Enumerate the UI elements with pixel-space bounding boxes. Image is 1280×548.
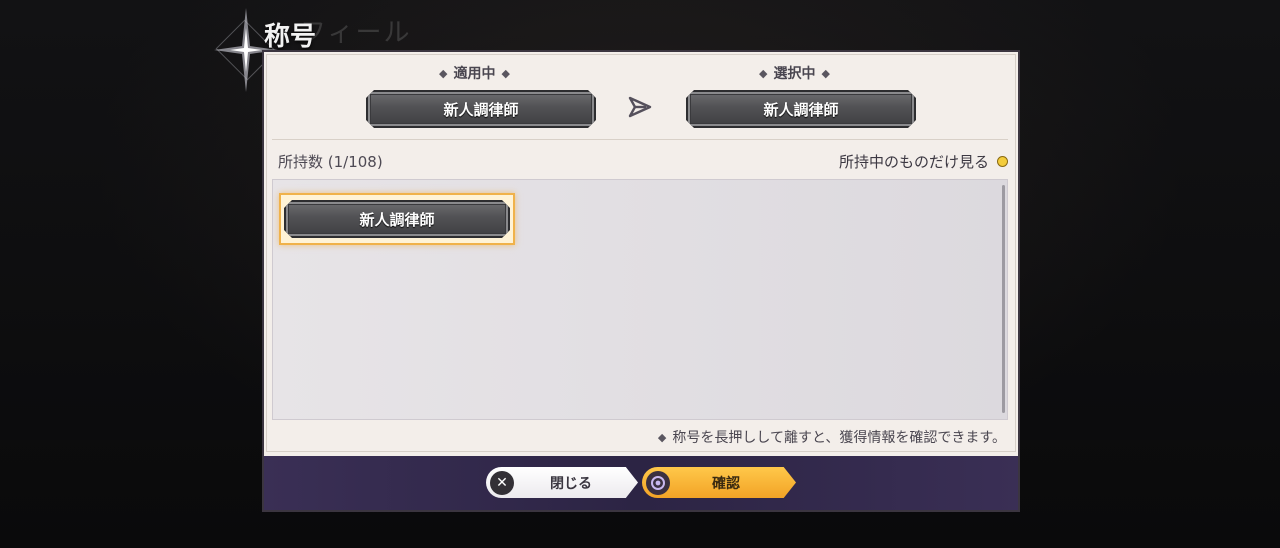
list-item[interactable]: 新人調律師 xyxy=(284,200,510,238)
owned-only-toggle[interactable]: 所持中のものだけ見る xyxy=(839,151,1008,172)
list-item-label: 新人調律師 xyxy=(359,210,435,229)
applied-title-plate: 新人調律師 xyxy=(366,90,596,128)
hint-text-label: 称号を長押しして離すと、獲得情報を確認できます。 xyxy=(672,430,1006,446)
diamond-icon: ◆ xyxy=(657,430,667,444)
owned-count: 所持数 (1/108) xyxy=(278,153,383,171)
selected-label: ◆ 選択中 ◆ xyxy=(759,63,830,83)
list-scrollbar[interactable] xyxy=(1002,185,1005,413)
diamond-icon: ◆ xyxy=(501,66,510,80)
hint-text: ◆ 称号を長押しして離すと、獲得情報を確認できます。 xyxy=(658,427,1006,447)
arrow-right-icon xyxy=(628,96,652,118)
close-icon: ✕ xyxy=(490,470,514,495)
toggle-dot-icon[interactable] xyxy=(997,156,1008,167)
diamond-icon: ◆ xyxy=(439,66,448,80)
background-ghost-title: フィール xyxy=(300,18,412,48)
applied-label: ◆ 適用中 ◆ xyxy=(439,63,510,83)
close-button-label: 閉じる xyxy=(550,475,592,492)
diamond-icon: ◆ xyxy=(759,66,768,80)
owned-only-label: 所持中のものだけ見る xyxy=(838,153,989,171)
selected-title-text: 新人調律師 xyxy=(763,100,839,119)
footer-bar xyxy=(262,456,1020,512)
close-button[interactable]: ✕ 閉じる xyxy=(486,467,638,498)
page-title: 称号 xyxy=(264,22,317,52)
applied-label-text: 適用中 xyxy=(453,66,496,82)
confirm-button-label: 確認 xyxy=(712,475,740,492)
divider xyxy=(272,139,1008,140)
confirm-icon xyxy=(646,470,670,495)
selected-label-text: 選択中 xyxy=(773,66,816,82)
confirm-button[interactable]: 確認 xyxy=(642,467,796,498)
applied-title-text: 新人調律師 xyxy=(443,100,519,119)
selected-title-plate: 新人調律師 xyxy=(686,90,916,128)
diamond-icon: ◆ xyxy=(821,66,830,80)
